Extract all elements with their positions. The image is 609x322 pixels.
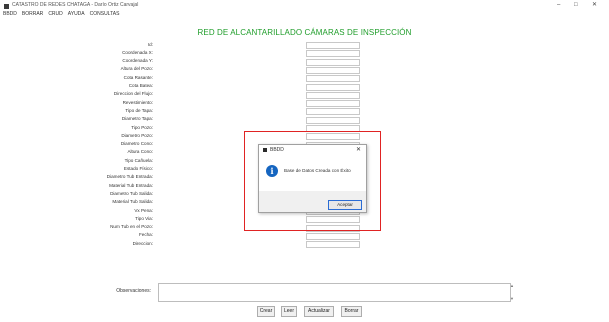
field-label: Altura del Pozo: <box>120 66 153 72</box>
leer-button[interactable]: Leer <box>281 306 297 317</box>
field-label: Revestimiento: <box>122 99 153 105</box>
field-label: Tipo Pozo: <box>131 124 153 130</box>
field-input[interactable] <box>306 232 360 240</box>
observations-label: Observaciones: <box>116 288 151 294</box>
field-label: Diametro Pozo: <box>121 132 153 138</box>
minimize-button[interactable]: – <box>557 2 560 8</box>
app-icon <box>4 4 9 9</box>
field-label: Direccion del Flujo: <box>113 91 153 97</box>
field-input[interactable] <box>306 241 360 249</box>
field-label: Diametro Tub Entrada: <box>106 174 153 180</box>
dialog-title: BBDD <box>270 147 284 153</box>
field-label: Tipo Via: <box>135 215 153 221</box>
field-input[interactable] <box>306 91 360 99</box>
accept-button[interactable]: Aceptar <box>328 200 362 210</box>
borrar-button[interactable]: Borrar <box>341 306 362 317</box>
field-input[interactable] <box>306 66 360 74</box>
field-label: Diametro Tapa: <box>121 116 153 122</box>
menu-crud[interactable]: CRUD <box>48 11 62 17</box>
field-input[interactable] <box>306 83 360 91</box>
actualizar-button[interactable]: Actualizar <box>304 306 334 317</box>
crear-button[interactable]: Crear <box>257 306 275 317</box>
close-button[interactable]: ✕ <box>592 2 597 8</box>
field-label: Cota Rasante: <box>123 74 153 80</box>
field-label: Coordenada Y: <box>122 58 153 64</box>
field-label: Altura Cono: <box>127 149 153 155</box>
field-input[interactable] <box>306 58 360 66</box>
field-input[interactable] <box>306 100 360 108</box>
field-label: Tipo de Tapa: <box>125 107 153 113</box>
field-label: Coordenada X: <box>122 49 153 55</box>
scroll-up-icon[interactable]: ▲ <box>510 283 514 288</box>
field-label: Cota Batea: <box>128 83 153 88</box>
field-label: Vx Pena: <box>134 207 153 213</box>
field-label: Material Tub Entrada: <box>109 182 153 188</box>
field-label: Num Tub en el Pozo: <box>110 224 153 230</box>
field-input[interactable] <box>306 42 360 49</box>
field-label: Estado Físico: <box>123 166 153 171</box>
field-label: Tipo Cañuela: <box>124 157 153 163</box>
dialog-message: Base de Datos Creada con Éxito <box>284 168 351 173</box>
field-input[interactable] <box>306 108 360 116</box>
menu-bar: BBDD BORRAR CRUD AYUDA CONSULTAS <box>3 11 119 17</box>
observations-textarea[interactable] <box>158 283 511 302</box>
menu-borrar[interactable]: BORRAR <box>22 11 43 17</box>
menu-bbdd[interactable]: BBDD <box>3 11 17 17</box>
menu-ayuda[interactable]: AYUDA <box>68 11 85 17</box>
page-title: RED DE ALCANTARILLADO CÁMARAS DE INSPECC… <box>197 28 412 37</box>
dialog-titlebar: BBDD ✕ <box>259 145 366 155</box>
scroll-down-icon[interactable]: ▼ <box>510 296 514 301</box>
field-label: Diametro Tub Salida: <box>110 190 153 196</box>
info-icon: i <box>266 165 278 177</box>
message-dialog: BBDD ✕ i Base de Datos Creada con Éxito … <box>258 144 367 213</box>
field-input[interactable] <box>306 116 360 124</box>
dialog-app-icon <box>263 148 267 152</box>
field-input[interactable] <box>306 50 360 58</box>
maximize-button[interactable]: □ <box>574 2 578 8</box>
field-label: Id: <box>147 41 153 47</box>
menu-consultas[interactable]: CONSULTAS <box>90 11 120 17</box>
field-label: Diametro Cono: <box>120 141 153 147</box>
field-label: Material Tub Salida: <box>112 199 153 205</box>
field-input[interactable] <box>306 75 360 83</box>
window-titlebar: CATASTRO DE REDES CHATAGA - Darío Ortiz … <box>0 0 609 10</box>
window-title: CATASTRO DE REDES CHATAGA - Darío Ortiz … <box>12 2 139 8</box>
dialog-close-button[interactable]: ✕ <box>356 146 361 153</box>
dialog-body: i Base de Datos Creada con Éxito <box>259 155 366 191</box>
field-label: Fecha: <box>138 232 153 238</box>
field-label: Direccion: <box>132 240 153 246</box>
